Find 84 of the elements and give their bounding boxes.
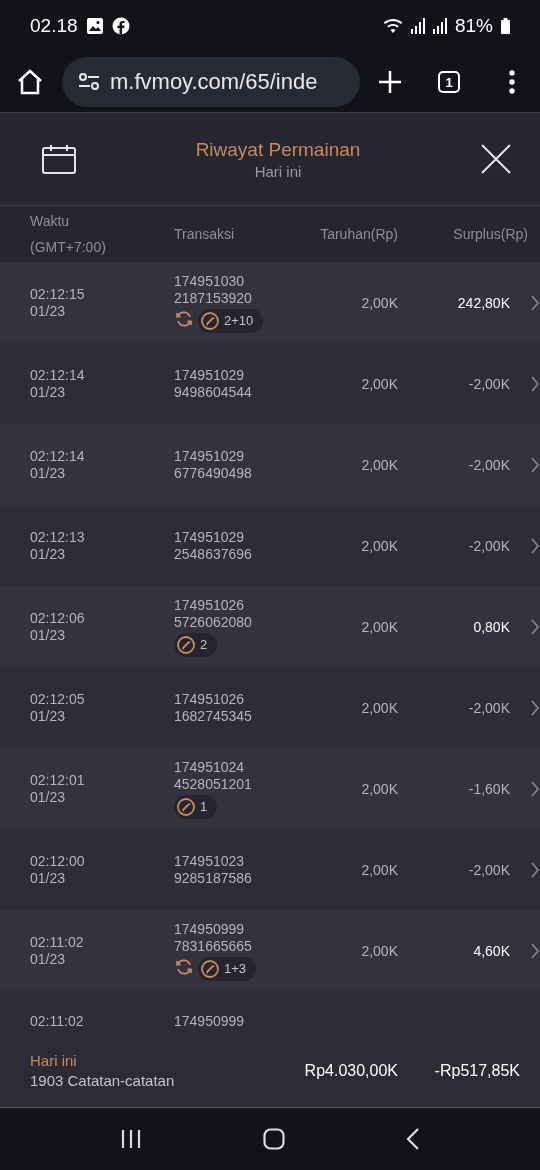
- date-cell-text: 01/23: [30, 545, 67, 563]
- date-cell-text: 01/23: [30, 950, 67, 968]
- clock: 02.18: [30, 15, 78, 37]
- bet-amount: 2,00K: [360, 618, 398, 635]
- bet-amount: 2,00K: [360, 375, 398, 392]
- surplus-amount: -2,00K: [467, 456, 510, 473]
- surplus-amount: -2,00K: [467, 699, 510, 716]
- bet-amount: 2,00K: [360, 780, 398, 797]
- date-cell-text: 01/23: [30, 302, 67, 320]
- transaction-id: 174951030: [174, 272, 246, 290]
- transaction-id: 174951023: [174, 852, 246, 870]
- total-bet: Rp4.030,00K: [303, 1061, 398, 1080]
- transaction-id: 2548637696: [174, 545, 253, 563]
- date-cell-text: 01/23: [30, 626, 67, 644]
- history-row[interactable]: 02:11:02 01/23 174950999 7831665665 1+3 2,00K 4,60K: [0, 910, 540, 991]
- bet-amount: 2,00K: [360, 537, 398, 554]
- surplus-amount: -2,00K: [467, 537, 510, 554]
- battery-level: 81%: [454, 15, 493, 37]
- time-cell-text: 02:12:01: [30, 771, 86, 789]
- history-row[interactable]: 02:12:01 01/23 174951024 4528051201 1 2,00K -1,60K: [0, 748, 540, 829]
- column-header: Waktu (GMT+7:00): [30, 212, 107, 257]
- time-cell-text: 02:12:14: [30, 366, 86, 384]
- free-spin-badge: 2: [174, 632, 218, 657]
- transaction-id: 4528051201: [174, 775, 253, 793]
- history-row[interactable]: 02:12:05 01/23 174951026 1682745345 2,00K -2,00K: [0, 667, 540, 748]
- transaction-id: 174951029: [174, 447, 246, 465]
- date-cell-text: 01/23: [30, 707, 67, 725]
- free-spin-badge: 1+3: [198, 956, 257, 981]
- date-filter: Hari ini: [254, 162, 302, 180]
- time-cell-text: 02:12:13: [30, 528, 86, 546]
- summary-period: Hari ini: [30, 1052, 78, 1069]
- date-cell-text: 01/23: [30, 788, 67, 806]
- transaction-id: 174951029: [174, 528, 246, 546]
- date-cell-text: 01/23: [30, 464, 67, 482]
- transaction-id: 174951026: [174, 596, 246, 614]
- bet-amount: 2,00K: [360, 942, 398, 959]
- surplus-amount: 0,80K: [472, 618, 510, 635]
- surplus-amount: -2,00K: [467, 375, 510, 392]
- page-title: Riwayat Permainan: [195, 138, 361, 161]
- surplus-amount: -1,60K: [467, 780, 510, 797]
- transaction-id: 174951026: [174, 690, 246, 708]
- transaction-id: 7831665665: [174, 937, 253, 955]
- time-cell-text: 02:12:15: [30, 285, 86, 303]
- time-cell-text: 02:11:02: [30, 933, 85, 951]
- free-spin-badge: 1: [174, 794, 218, 819]
- time-cell-text: 02:12:05: [30, 690, 86, 708]
- history-row[interactable]: 02:12:00 01/23 174951023 9285187586 2,00K -2,00K: [0, 829, 540, 910]
- time-cell-text: 02:11:02: [30, 1013, 85, 1030]
- transaction-id: 174950999: [174, 1013, 246, 1030]
- free-spin-badge: 2+10: [198, 308, 264, 333]
- transaction-id: 2187153920: [174, 289, 253, 307]
- tab-switcher-button[interactable]: 1: [438, 71, 460, 93]
- history-row[interactable]: 02:11:02 174950999: [0, 991, 540, 1034]
- column-header: Taruhan(Rp): [319, 225, 398, 244]
- address-bar[interactable]: m.fvmoy.com/65/inde: [62, 57, 360, 107]
- history-row[interactable]: 02:12:06 01/23 174951026 5726062080 2 2,00K 0,80K: [0, 586, 540, 667]
- column-header: Surplus(Rp): [452, 225, 528, 244]
- transaction-id: 174951029: [174, 366, 246, 384]
- date-cell-text: 01/23: [30, 383, 67, 401]
- transaction-id: 9498604544: [174, 383, 253, 401]
- time-cell-text: 02:12:00: [30, 852, 86, 870]
- transaction-id: 174950999: [174, 920, 246, 938]
- history-row[interactable]: 02:12:15 01/23 174951030 2187153920 2+10 2,00K 242,80K: [0, 262, 540, 343]
- history-row[interactable]: 02:12:14 01/23 174951029 6776490498 2,00K -2,00K: [0, 424, 540, 505]
- surplus-amount: -2,00K: [467, 861, 510, 878]
- time-cell-text: 02:12:14: [30, 447, 86, 465]
- surplus-amount: 4,60K: [472, 942, 510, 959]
- bet-amount: 2,00K: [360, 699, 398, 716]
- surplus-amount: 242,80K: [456, 294, 510, 311]
- bet-amount: 2,00K: [360, 456, 398, 473]
- bet-amount: 2,00K: [360, 294, 398, 311]
- transaction-id: 5726062080: [174, 613, 253, 631]
- transaction-id: 9285187586: [174, 869, 253, 887]
- bet-amount: 2,00K: [360, 861, 398, 878]
- history-row[interactable]: 02:12:13 01/23 174951029 2548637696 2,00K -2,00K: [0, 505, 540, 586]
- column-header: Transaksi: [174, 225, 236, 244]
- transaction-id: 174951024: [174, 758, 246, 776]
- transaction-id: 1682745345: [174, 707, 253, 725]
- history-row[interactable]: 02:12:14 01/23 174951029 9498604544 2,00K -2,00K: [0, 343, 540, 424]
- date-cell-text: 01/23: [30, 869, 67, 887]
- time-cell-text: 02:12:06: [30, 609, 86, 627]
- transaction-id: 6776490498: [174, 464, 253, 482]
- total-surplus: -Rp517,85K: [433, 1061, 520, 1080]
- record-count: 1903 Catatan-catatan: [30, 1072, 176, 1089]
